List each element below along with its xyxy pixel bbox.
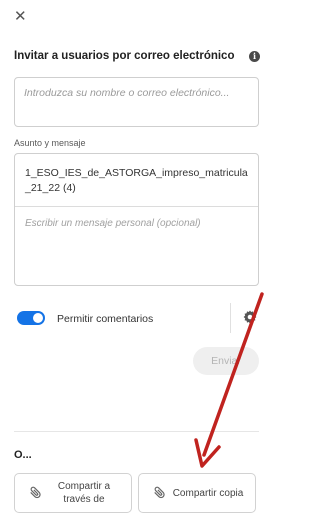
share-copy-button[interactable]: Compartir copia [138, 473, 256, 513]
allow-comments-toggle[interactable] [17, 311, 45, 325]
or-label: O... [14, 449, 32, 461]
message-label: Asunto y mensaje [14, 138, 86, 148]
share-via-button[interactable]: Compartir a través de [14, 473, 132, 513]
send-button[interactable]: Enviar [193, 347, 259, 375]
panel-title: Invitar a usuarios por correo electrónic… [14, 50, 235, 62]
info-icon[interactable]: i [249, 50, 260, 62]
gear-icon[interactable] [242, 309, 258, 325]
title-row: Invitar a usuarios por correo electrónic… [14, 50, 260, 62]
divider [230, 303, 231, 333]
message-box[interactable]: 1_ESO_IES_de_ASTORGA_impreso_matricula_2… [14, 153, 259, 286]
share-via-label: Compartir a través de [57, 481, 111, 505]
personal-message-field[interactable]: Escribir un mensaje personal (opcional) [25, 218, 201, 229]
close-icon[interactable]: ✕ [14, 9, 28, 24]
share-copy-label: Compartir copia [172, 487, 244, 499]
toggle-knob [33, 313, 43, 323]
allow-comments-label: Permitir comentarios [57, 313, 154, 325]
email-input[interactable]: Introduzca su nombre o correo electrónic… [14, 77, 259, 127]
subject-field[interactable]: 1_ESO_IES_de_ASTORGA_impreso_matricula_2… [25, 166, 253, 196]
divider [14, 431, 259, 432]
divider [15, 206, 258, 207]
paperclip-icon [149, 482, 171, 504]
